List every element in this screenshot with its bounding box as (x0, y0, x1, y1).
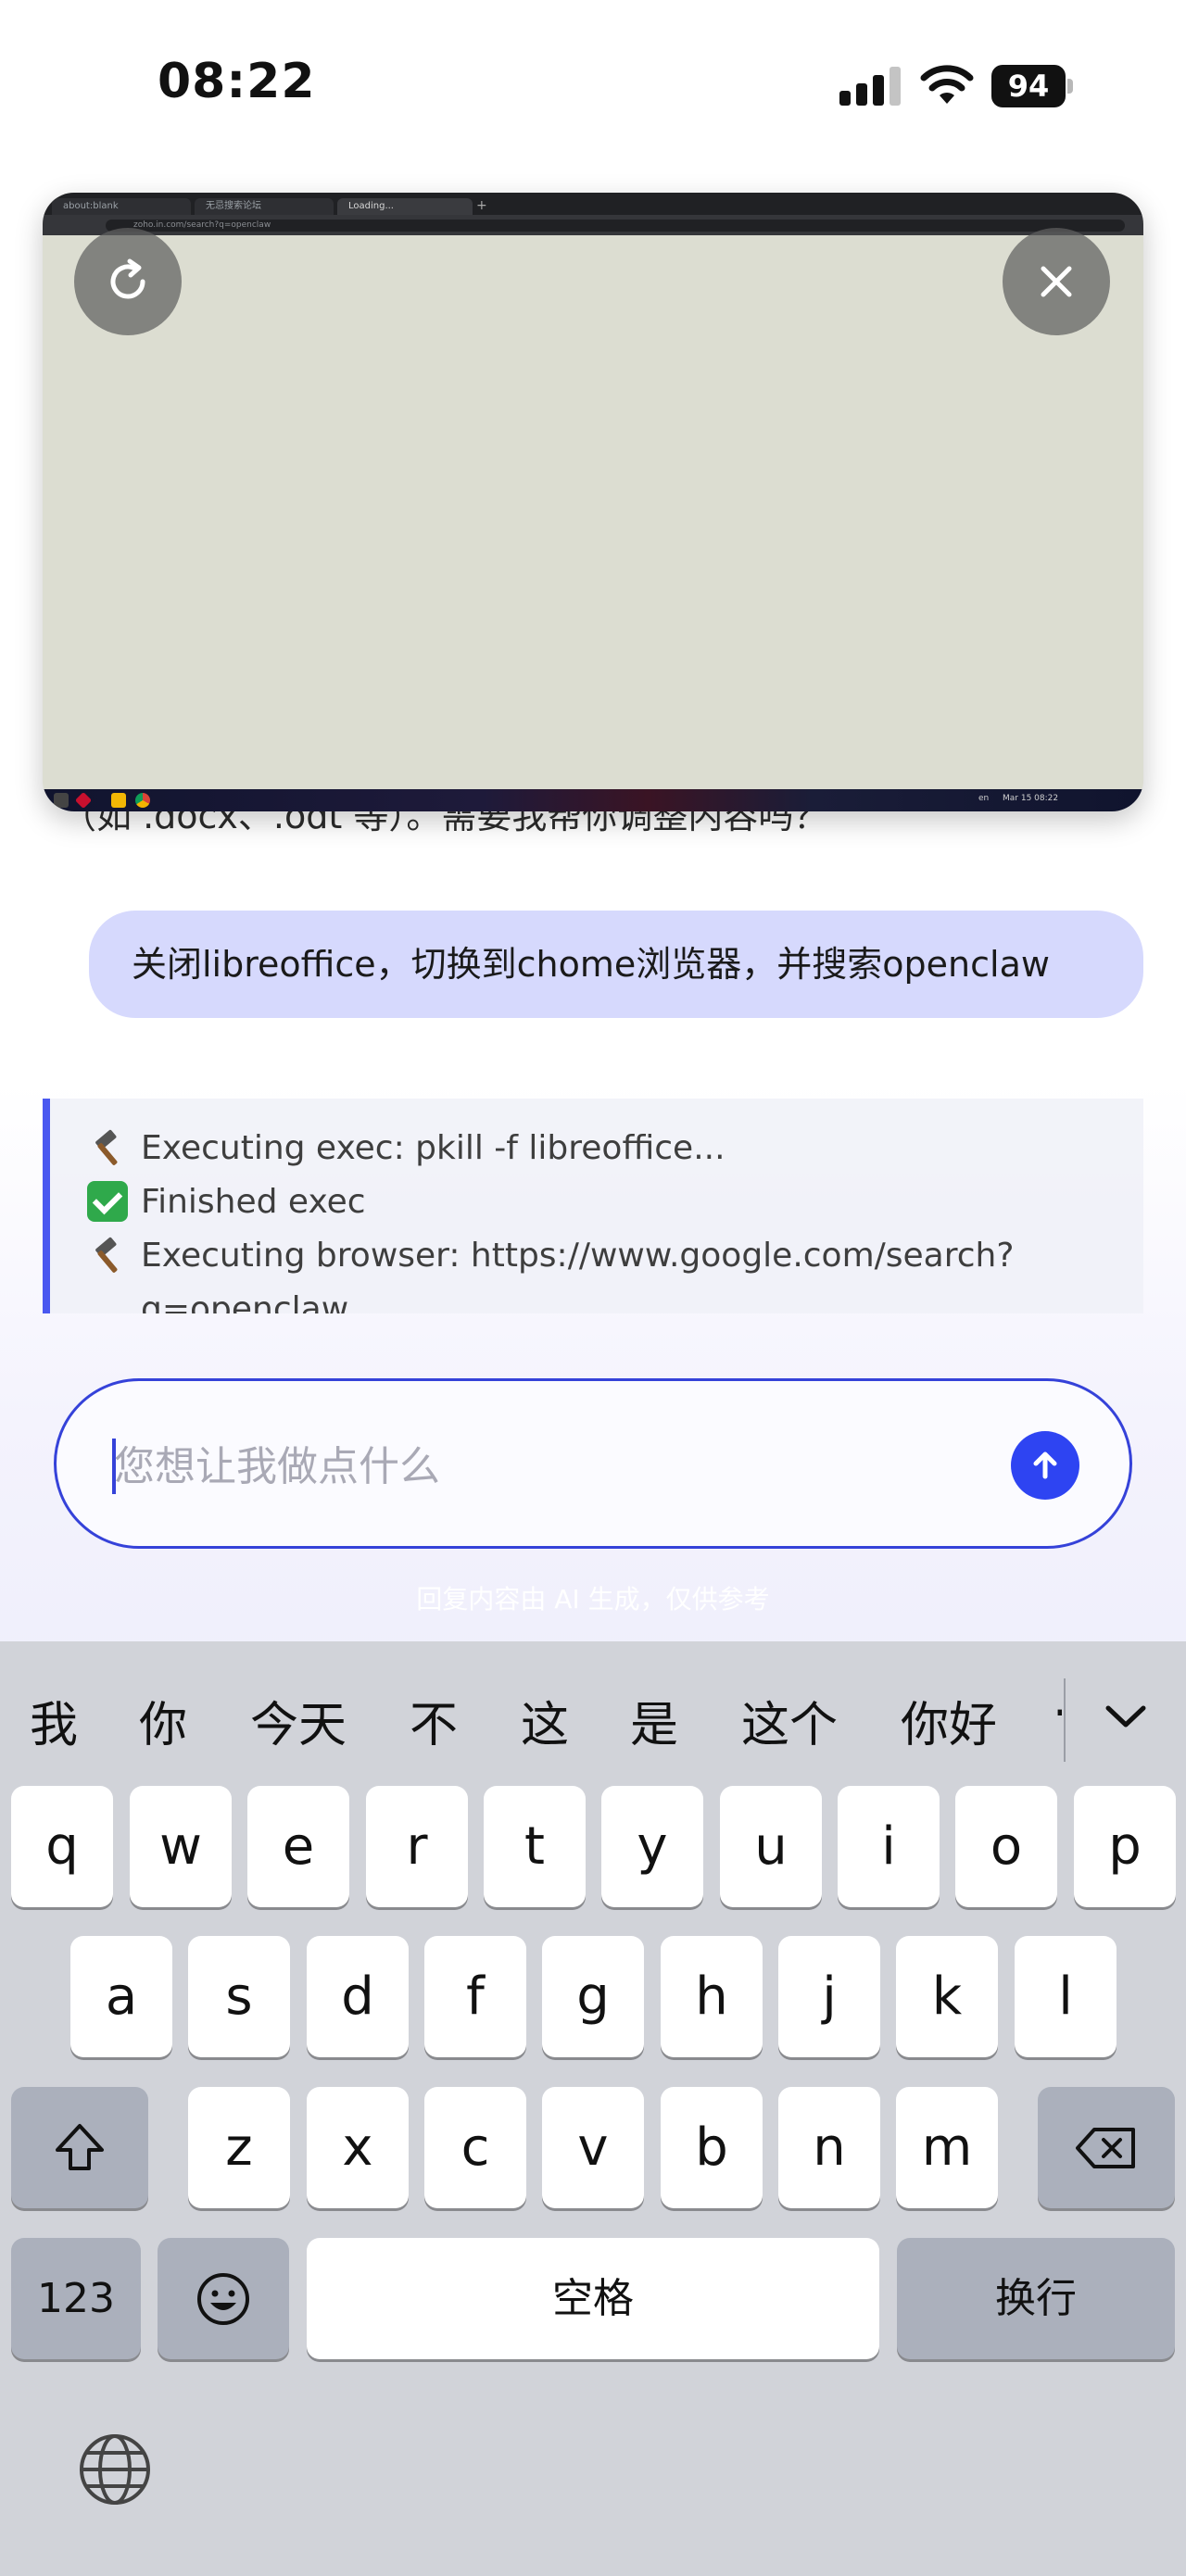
chevron-down-icon[interactable] (1103, 1693, 1149, 1740)
browser-tab-active[interactable]: Loading... (337, 198, 473, 215)
chrome-icon[interactable] (135, 793, 150, 808)
send-button[interactable] (1011, 1431, 1079, 1500)
browser-tab[interactable]: about:blank (52, 198, 191, 215)
tray-language: en (978, 794, 990, 803)
candidate-word[interactable]: 这个 (741, 1686, 838, 1755)
candidate-word[interactable]: 这 (521, 1686, 569, 1755)
key-p[interactable]: p (1074, 1786, 1176, 1907)
numbers-key[interactable]: 123 (11, 2238, 141, 2359)
key-o[interactable]: o (955, 1786, 1057, 1907)
status-time: 08:22 (158, 54, 316, 109)
app-icon[interactable] (74, 791, 93, 810)
candidate-divider (1064, 1678, 1066, 1762)
browser-page-loading (43, 235, 1143, 791)
key-c[interactable]: c (424, 2087, 526, 2208)
ai-disclaimer: 回复内容由 AI 生成，仅供参考 (416, 1584, 770, 1615)
key-i[interactable]: i (838, 1786, 940, 1907)
key-n[interactable]: n (778, 2087, 880, 2208)
chat-screen: 08:22 94 （如 .docx、.odt 等）。需要我帮你调整内容吗？ 关闭… (0, 0, 1186, 2576)
cellular-signal-icon (839, 65, 901, 106)
key-j[interactable]: j (778, 1936, 880, 2057)
candidate-bar: 我 你 今天 不 这 是 这个 你好 · (0, 1641, 1186, 1786)
log-line: Executing exec: pkill -f libreoffice... (87, 1121, 1143, 1175)
candidate-word[interactable]: 你 (139, 1686, 187, 1755)
candidate-word[interactable]: 今天 (250, 1686, 347, 1755)
check-icon (87, 1181, 128, 1222)
refresh-button[interactable] (74, 228, 182, 335)
backspace-icon (1076, 2127, 1135, 2168)
folder-icon[interactable] (111, 793, 126, 808)
tray-clock: Mar 15 08:22 (1003, 794, 1059, 803)
hammer-icon (95, 1129, 118, 1165)
log-text: q=openclaw (141, 1289, 349, 1314)
log-line: Finished exec (87, 1175, 1143, 1228)
close-preview-button[interactable] (1003, 228, 1110, 335)
wifi-icon (920, 65, 974, 104)
log-line: q=openclaw (87, 1282, 1143, 1314)
browser-tab-bar: about:blank 无忌搜索论坛 Loading... + (43, 193, 1143, 215)
key-k[interactable]: k (896, 1936, 998, 2057)
key-w[interactable]: w (130, 1786, 232, 1907)
emoji-icon (197, 2272, 249, 2325)
prompt-input[interactable] (114, 1426, 948, 1507)
key-s[interactable]: s (188, 1936, 290, 2057)
key-t[interactable]: t (484, 1786, 586, 1907)
log-text: Finished exec (141, 1182, 366, 1221)
key-v[interactable]: v (542, 2087, 644, 2208)
key-e[interactable]: e (247, 1786, 349, 1907)
log-text: Executing browser: https://www.google.co… (141, 1236, 1015, 1275)
remote-desktop-preview[interactable]: about:blank 无忌搜索论坛 Loading... + zoho.in.… (43, 193, 1143, 811)
prompt-input-box[interactable] (54, 1378, 1132, 1549)
execution-log: Executing exec: pkill -f libreoffice... … (43, 1099, 1143, 1313)
status-bar: 08:22 94 (0, 0, 1186, 176)
key-a[interactable]: a (70, 1936, 172, 2057)
key-b[interactable]: b (661, 2087, 763, 2208)
key-r[interactable]: r (366, 1786, 468, 1907)
log-line: Executing browser: https://www.google.co… (87, 1228, 1143, 1282)
log-text: Executing exec: pkill -f libreoffice... (141, 1128, 725, 1167)
key-m[interactable]: m (896, 2087, 998, 2208)
emoji-key[interactable] (158, 2238, 289, 2359)
globe-icon[interactable] (76, 2431, 154, 2508)
candidate-word[interactable]: 不 (410, 1686, 458, 1755)
key-l[interactable]: l (1015, 1936, 1117, 2057)
delete-key[interactable] (1038, 2087, 1175, 2208)
key-g[interactable]: g (542, 1936, 644, 2057)
key-h[interactable]: h (661, 1936, 763, 2057)
shift-icon (56, 2123, 104, 2170)
candidate-word[interactable]: 你好 (901, 1686, 997, 1755)
candidate-word[interactable]: 是 (630, 1686, 678, 1755)
start-menu-icon[interactable] (54, 793, 69, 808)
key-z[interactable]: z (188, 2087, 290, 2208)
key-u[interactable]: u (720, 1786, 822, 1907)
user-message-bubble: 关闭libreoffice，切换到chome浏览器，并搜索openclaw (89, 911, 1143, 1018)
browser-address-bar[interactable]: zoho.in.com/search?q=openclaw (106, 220, 1125, 232)
key-f[interactable]: f (424, 1936, 526, 2057)
hammer-icon (95, 1237, 118, 1273)
close-icon (1041, 266, 1072, 297)
ios-keyboard: 我 你 今天 不 这 是 这个 你好 · q w e r t y u i o p… (0, 1641, 1186, 2576)
shift-key[interactable] (11, 2087, 148, 2208)
candidate-word[interactable]: · (1053, 1686, 1062, 1741)
space-key[interactable]: 空格 (307, 2238, 879, 2359)
browser-toolbar: zoho.in.com/search?q=openclaw (43, 215, 1143, 235)
refresh-icon (110, 258, 145, 299)
key-x[interactable]: x (307, 2087, 409, 2208)
key-y[interactable]: y (601, 1786, 703, 1907)
browser-tab[interactable]: 无忌搜索论坛 (195, 198, 334, 215)
battery-icon: 94 (991, 65, 1073, 107)
desktop-taskbar: en Mar 15 08:22 (43, 789, 1143, 811)
new-tab-button[interactable]: + (476, 198, 487, 213)
key-d[interactable]: d (307, 1936, 409, 2057)
candidate-word[interactable]: 我 (30, 1686, 78, 1755)
arrow-up-icon (1033, 1451, 1057, 1479)
battery-level: 94 (991, 65, 1066, 107)
return-key[interactable]: 换行 (897, 2238, 1175, 2359)
key-q[interactable]: q (11, 1786, 113, 1907)
